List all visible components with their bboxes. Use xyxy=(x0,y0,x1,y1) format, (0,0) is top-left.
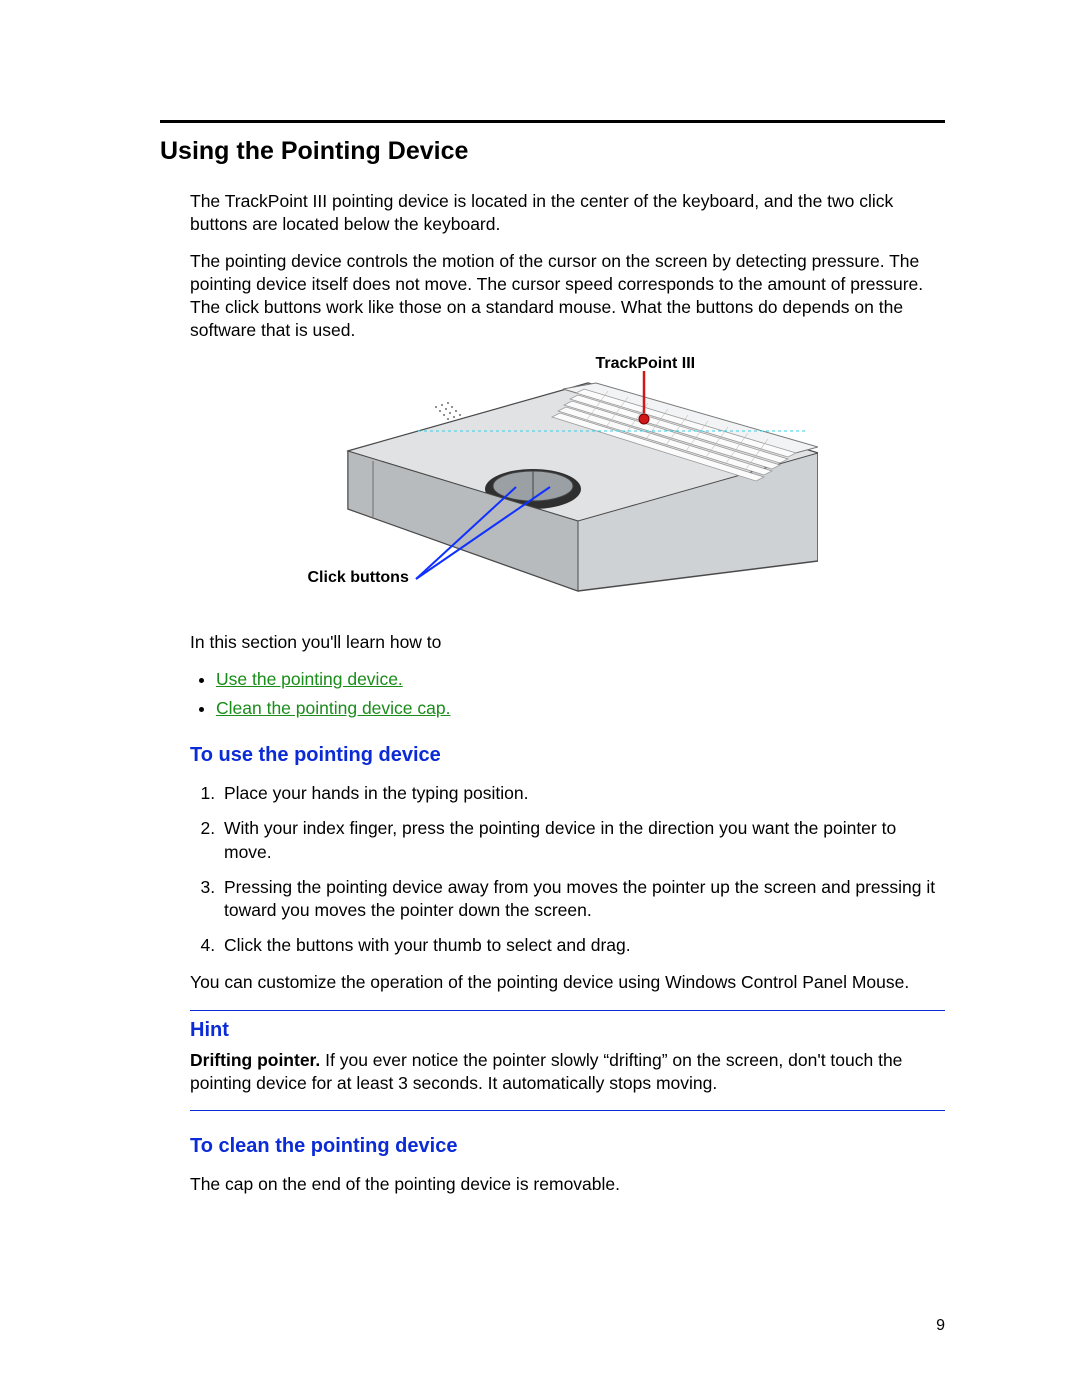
list-item: Use the pointing device. xyxy=(216,668,945,691)
hint-body: Drifting pointer. If you ever notice the… xyxy=(190,1049,945,1095)
keyboard-illustration: TrackPoint III xyxy=(318,361,818,601)
figure-container: TrackPoint III xyxy=(190,361,945,607)
figure-label-click-buttons: Click buttons xyxy=(308,567,409,588)
intro-paragraph-1: The TrackPoint III pointing device is lo… xyxy=(190,190,945,236)
link-use-pointing-device[interactable]: Use the pointing device. xyxy=(216,669,403,689)
intro-paragraph-2: The pointing device controls the motion … xyxy=(190,250,945,342)
clean-text: The cap on the end of the pointing devic… xyxy=(190,1173,945,1196)
subheading-use: To use the pointing device xyxy=(190,742,945,768)
top-rule xyxy=(160,120,945,123)
step-item: Place your hands in the typing position. xyxy=(220,782,945,805)
page-container: Using the Pointing Device The TrackPoint… xyxy=(0,0,1080,1397)
step-item: Pressing the pointing device away from y… xyxy=(220,876,945,922)
step-item: With your index finger, press the pointi… xyxy=(220,817,945,863)
learn-lead: In this section you'll learn how to xyxy=(190,631,945,654)
body-content: The TrackPoint III pointing device is lo… xyxy=(190,190,945,1196)
figure-label-trackpoint: TrackPoint III xyxy=(596,353,696,374)
section-title: Using the Pointing Device xyxy=(160,137,945,166)
subheading-clean: To clean the pointing device xyxy=(190,1133,945,1159)
hint-lead: Drifting pointer. xyxy=(190,1050,320,1070)
section-links-list: Use the pointing device. Clean the point… xyxy=(190,668,945,720)
use-steps-list: Place your hands in the typing position.… xyxy=(190,782,945,957)
hint-rule-bottom xyxy=(190,1110,945,1111)
customize-note: You can customize the operation of the p… xyxy=(190,971,945,994)
link-clean-pointing-device-cap[interactable]: Clean the pointing device cap. xyxy=(216,698,450,718)
page-number: 9 xyxy=(936,1317,945,1335)
keyboard-svg-icon xyxy=(318,361,818,601)
hint-rule-top xyxy=(190,1010,945,1011)
hint-title: Hint xyxy=(190,1017,945,1043)
step-item: Click the buttons with your thumb to sel… xyxy=(220,934,945,957)
list-item: Clean the pointing device cap. xyxy=(216,697,945,720)
